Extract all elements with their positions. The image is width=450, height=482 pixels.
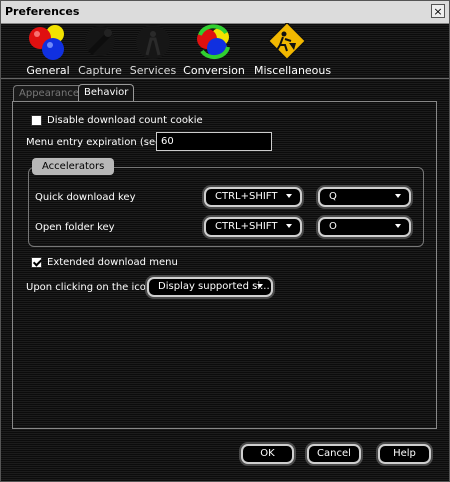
capture-icon	[85, 26, 115, 56]
category-miscellaneous[interactable]: Miscellaneous	[254, 23, 332, 77]
disable-cookie-label: Disable download count cookie	[47, 115, 203, 126]
open-folder-key-dropdown[interactable]: O	[318, 217, 411, 237]
close-button[interactable]: ×	[431, 4, 445, 18]
icon-click-label: Upon clicking on the icon	[26, 282, 153, 293]
category-label: Services	[129, 64, 177, 77]
extended-menu-checkbox[interactable]	[31, 257, 42, 268]
dropdown-value: Q	[329, 191, 337, 202]
category-label: Miscellaneous	[254, 64, 332, 77]
disable-cookie-checkbox[interactable]	[31, 115, 42, 126]
preferences-window: Preferences × General Capture Services C…	[0, 0, 450, 482]
cancel-button[interactable]: Cancel	[307, 444, 361, 464]
chevron-down-icon	[395, 224, 401, 228]
ok-button[interactable]: OK	[241, 444, 294, 464]
extended-menu-label: Extended download menu	[47, 257, 178, 268]
chevron-down-icon	[286, 224, 292, 228]
services-icon	[136, 25, 170, 59]
icon-click-dropdown[interactable]: Display supported si...	[147, 277, 273, 297]
chevron-down-icon	[257, 284, 263, 288]
dropdown-value: CTRL+SHIFT	[215, 221, 278, 232]
category-conversion[interactable]: Conversion	[182, 23, 246, 77]
chevron-down-icon	[286, 194, 292, 198]
category-toolbar: General Capture Services Conversion Misc…	[1, 23, 449, 79]
title-bar: Preferences ×	[1, 1, 449, 24]
expiration-input[interactable]: 60	[156, 132, 272, 151]
rgb-balls-icon	[29, 25, 64, 60]
help-button[interactable]: Help	[378, 444, 431, 464]
toolbar-divider	[1, 78, 449, 79]
accelerators-title: Accelerators	[32, 158, 115, 175]
open-folder-modifier-dropdown[interactable]: CTRL+SHIFT	[204, 217, 302, 237]
dropdown-value: Display supported si...	[158, 281, 270, 292]
category-services[interactable]: Services	[121, 23, 185, 77]
tab-appearance[interactable]: Appearance	[13, 85, 86, 102]
window-title: Preferences	[5, 5, 80, 18]
quick-download-key-dropdown[interactable]: Q	[318, 187, 411, 207]
open-folder-label: Open folder key	[35, 222, 115, 233]
warning-sign-icon	[267, 23, 307, 61]
quick-download-modifier-dropdown[interactable]: CTRL+SHIFT	[204, 187, 302, 207]
category-label: Conversion	[183, 64, 245, 77]
dropdown-value: CTRL+SHIFT	[215, 191, 278, 202]
expiration-label: Menu entry expiration (sec)	[26, 137, 165, 148]
chevron-down-icon	[395, 194, 401, 198]
dropdown-value: O	[329, 221, 337, 232]
conversion-icon	[197, 24, 230, 60]
quick-download-label: Quick download key	[35, 192, 136, 203]
tab-behavior[interactable]: Behavior	[78, 84, 135, 102]
